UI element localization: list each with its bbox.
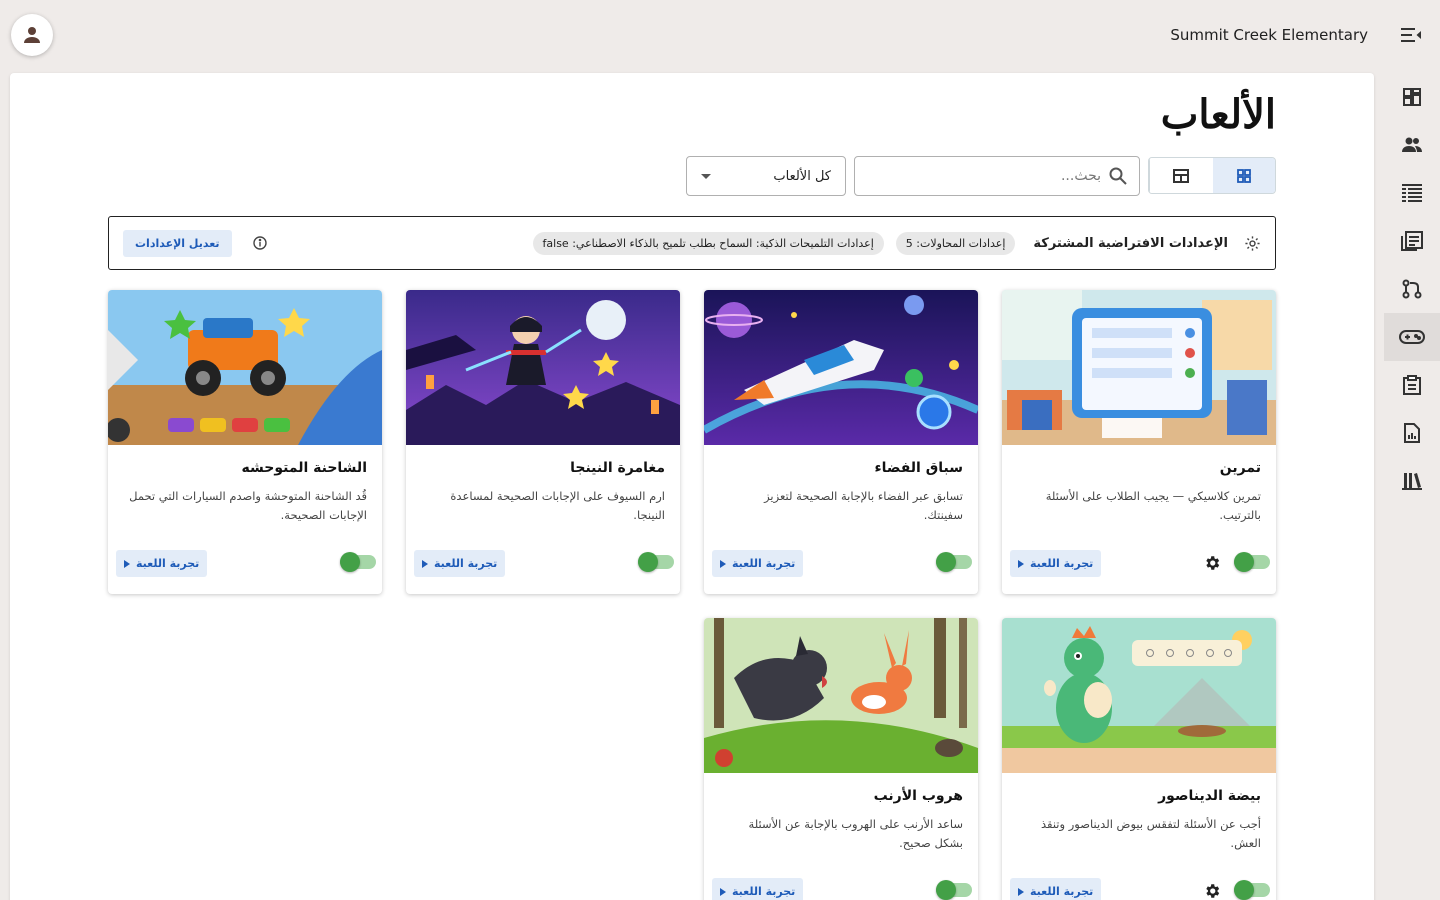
info-icon[interactable] (252, 235, 268, 251)
game-name: الشاحنة المتوحشه (241, 460, 368, 476)
main-panel: الألعاب كل الألعاب الإعدادات الافتراضية … (10, 73, 1374, 900)
game-enabled-toggle[interactable] (936, 552, 972, 572)
try-game-button[interactable]: تجربة اللعبة (414, 550, 506, 577)
game-description: ساعد الأرنب على الهروب بالإجابة عن الأسئ… (748, 817, 963, 850)
school-name: Summit Creek Elementary (1170, 26, 1368, 44)
game-thumbnail (1002, 290, 1276, 445)
game-card-ninja-adventure: مغامرة النينجا ارم السيوف على الإجابات ا… (406, 290, 680, 594)
list-icon (1402, 184, 1422, 202)
page-title: الألعاب (1160, 91, 1276, 138)
grid-view-button[interactable] (1212, 158, 1275, 193)
nav-dashboard[interactable] (1384, 73, 1440, 121)
route-icon (1402, 279, 1422, 299)
chevron-down-icon (701, 173, 711, 179)
nav-people[interactable] (1384, 121, 1440, 169)
game-description: تسابق عبر الفضاء بالإجابة الصحيحة لتعزيز… (764, 489, 963, 522)
games-filter-select[interactable]: كل الألعاب (686, 156, 846, 196)
game-thumbnail (704, 618, 978, 773)
attempts-chip: إعدادات المحاولات: 5 (895, 231, 1016, 255)
library-icon (1402, 473, 1422, 490)
menu-open-icon (1401, 28, 1421, 42)
shared-settings-bar: الإعدادات الافتراضية المشتركة إعدادات ال… (108, 216, 1276, 270)
search-input[interactable] (881, 168, 1101, 184)
play-icon (1018, 559, 1024, 568)
menu-toggle-button[interactable] (1400, 24, 1422, 46)
smart-hints-chip: إعدادات التلميحات الذكية: السماح بطلب تل… (532, 231, 884, 255)
try-game-label: تجربة اللعبة (1030, 557, 1094, 570)
try-game-label: تجربة اللعبة (732, 557, 796, 570)
nav-list[interactable] (1384, 169, 1440, 217)
game-name: هروب الأرنب (873, 788, 963, 804)
game-enabled-toggle[interactable] (1234, 552, 1270, 572)
game-name: تمرين (1219, 460, 1261, 476)
grid-icon (1236, 168, 1251, 183)
gamepad-icon (1399, 330, 1425, 344)
play-icon (1018, 887, 1024, 896)
clipboard-icon (1403, 375, 1421, 395)
filter-value: كل الألعاب (773, 168, 831, 184)
game-enabled-toggle[interactable] (340, 552, 376, 572)
game-description: أجب عن الأسئلة لتفقس بيوض الديناصور وتنق… (1040, 817, 1261, 850)
try-game-button[interactable]: تجربة اللعبة (116, 550, 208, 577)
play-icon (422, 559, 428, 568)
game-thumbnail (406, 290, 680, 445)
game-thumbnail (108, 290, 382, 445)
game-card-rabbit-escape: هروب الأرنب ساعد الأرنب على الهروب بالإج… (704, 618, 978, 900)
game-card-space-race: سباق الفضاء تسابق عبر الفضاء بالإجابة ال… (704, 290, 978, 594)
view-toggle (1148, 157, 1276, 194)
nav-articles[interactable] (1384, 217, 1440, 265)
try-game-button[interactable]: تجربة اللعبة (712, 550, 804, 577)
article-icon (1401, 231, 1423, 251)
try-game-label: تجربة اللعبة (1030, 885, 1094, 898)
game-settings-gear-icon[interactable] (1203, 554, 1221, 572)
people-icon (1402, 137, 1422, 152)
user-avatar[interactable] (11, 14, 53, 56)
gear-icon (1245, 235, 1260, 251)
search-icon (1109, 167, 1127, 185)
game-description: تمرين كلاسيكي — يجيب الطلاب على الأسئلة … (1045, 489, 1261, 522)
game-enabled-toggle[interactable] (1234, 880, 1270, 900)
game-card-dinosaur-egg: بيضة الديناصور أجب عن الأسئلة لتفقس بيوض… (1002, 618, 1276, 900)
game-name: سباق الفضاء (874, 460, 963, 476)
table-icon (1173, 168, 1190, 183)
nav-reports[interactable] (1384, 409, 1440, 457)
try-game-button[interactable]: تجربة اللعبة (712, 878, 804, 900)
person-icon (24, 27, 40, 43)
game-description: ارم السيوف على الإجابات الصحيحة لمساعدة … (450, 489, 665, 522)
game-card-monster-truck: الشاحنة المتوحشه قُد الشاحنة المتوحشة وا… (108, 290, 382, 594)
try-game-label: تجربة اللعبة (732, 885, 796, 898)
nav-games[interactable] (1384, 313, 1440, 361)
table-view-button[interactable] (1149, 158, 1213, 193)
play-icon (124, 559, 130, 568)
side-navigation (1384, 73, 1440, 505)
game-enabled-toggle[interactable] (936, 880, 972, 900)
dashboard-icon (1403, 88, 1421, 106)
try-game-button[interactable]: تجربة اللعبة (1010, 550, 1102, 577)
game-thumbnail (1002, 618, 1276, 773)
game-settings-gear-icon[interactable] (1203, 882, 1221, 900)
try-game-label: تجربة اللعبة (136, 557, 200, 570)
try-game-label: تجربة اللعبة (434, 557, 498, 570)
play-icon (720, 559, 726, 568)
game-description: قُد الشاحنة المتوحشة واصدم السيارات التي… (129, 489, 367, 522)
search-box (854, 156, 1140, 196)
game-thumbnail (704, 290, 978, 445)
edit-settings-button[interactable]: تعديل الإعدادات (123, 229, 232, 257)
nav-library[interactable] (1384, 457, 1440, 505)
game-card-practice: تمرين تمرين كلاسيكي — يجيب الطلاب على ال… (1002, 290, 1276, 594)
game-enabled-toggle[interactable] (638, 552, 674, 572)
nav-routes[interactable] (1384, 265, 1440, 313)
play-icon (720, 887, 726, 896)
nav-assignments[interactable] (1384, 361, 1440, 409)
game-name: مغامرة النينجا (570, 460, 665, 476)
report-icon (1404, 423, 1420, 443)
shared-settings-title: الإعدادات الافتراضية المشتركة (1033, 235, 1228, 251)
game-name: بيضة الديناصور (1158, 788, 1261, 804)
try-game-button[interactable]: تجربة اللعبة (1010, 878, 1102, 900)
